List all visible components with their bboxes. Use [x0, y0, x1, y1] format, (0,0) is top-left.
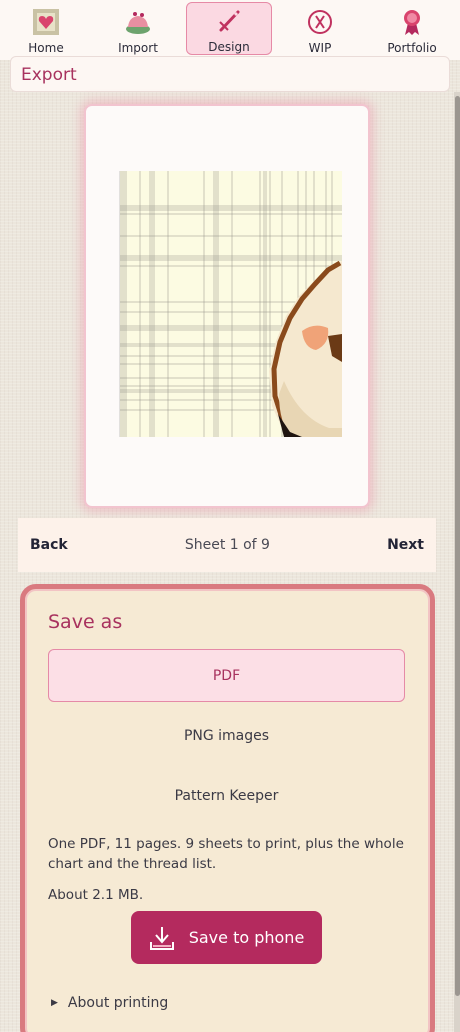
download-tray-icon: [149, 926, 174, 950]
nav-import[interactable]: Import: [92, 0, 184, 60]
pattern-chart-preview: [119, 171, 342, 437]
nav-label: Home: [28, 41, 64, 55]
format-option-png[interactable]: PNG images: [48, 709, 405, 762]
save-as-title: Save as: [48, 611, 123, 633]
nav-label: Portfolio: [387, 41, 437, 55]
nav-home[interactable]: Home: [0, 0, 92, 60]
page-title: Export: [10, 56, 450, 92]
nav-portfolio[interactable]: Portfolio: [366, 0, 458, 60]
next-button[interactable]: Next: [387, 537, 424, 553]
thread-spool-icon: [308, 10, 332, 34]
needle-icon: [219, 10, 240, 32]
about-printing-label: About printing: [67, 995, 169, 1011]
sheet-pager: Back Sheet 1 of 9 Next: [18, 518, 436, 572]
nav-label: WIP: [308, 41, 332, 55]
cross-stitch-heart-icon: [33, 9, 59, 35]
export-summary: One PDF, 11 pages. 9 sheets to print, pl…: [48, 836, 404, 872]
sheet-counter: Sheet 1 of 9: [184, 537, 270, 553]
disclosure-triangle-icon: ▶: [51, 998, 58, 1008]
about-printing-toggle[interactable]: ▶ About printing: [51, 995, 168, 1011]
save-as-card: Save as PDF PNG images Pattern Keeper On…: [20, 584, 435, 1032]
format-option-pattern-keeper[interactable]: Pattern Keeper: [48, 769, 405, 822]
pincushion-icon: [126, 12, 150, 34]
nav-label: Import: [118, 41, 158, 55]
nav-wip[interactable]: WIP: [274, 0, 366, 60]
sheet-preview: [84, 104, 370, 508]
nav-design[interactable]: Design: [186, 2, 272, 55]
scrollbar-thumb[interactable]: [455, 96, 460, 996]
save-button-label: Save to phone: [188, 928, 305, 947]
award-ribbon-icon: [404, 10, 420, 35]
format-option-pdf[interactable]: PDF: [48, 649, 405, 702]
export-size: About 2.1 MB.: [48, 887, 144, 903]
top-navigation: Home Import Design WIP Portfolio: [0, 0, 460, 60]
nav-label: Design: [208, 40, 250, 54]
save-to-phone-button[interactable]: Save to phone: [131, 911, 322, 964]
back-button[interactable]: Back: [30, 537, 68, 553]
